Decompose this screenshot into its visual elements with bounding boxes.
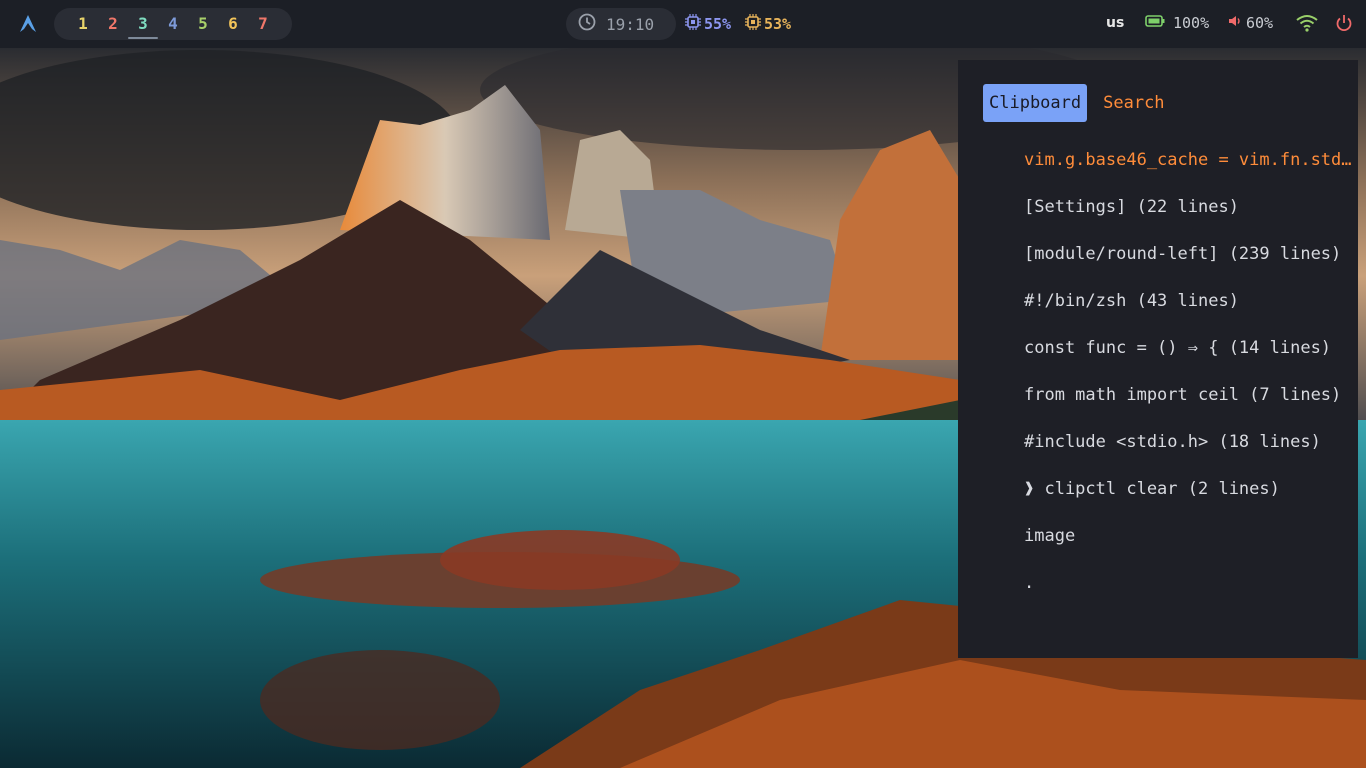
clipboard-item[interactable]: #!/bin/zsh (43 lines) bbox=[1024, 278, 1354, 325]
clipboard-tabs: Clipboard Search bbox=[983, 84, 1171, 122]
workspace-5[interactable]: 5 bbox=[188, 8, 218, 40]
wifi-icon[interactable] bbox=[1296, 14, 1318, 36]
tab-clipboard[interactable]: Clipboard bbox=[983, 84, 1088, 122]
power-icon[interactable] bbox=[1335, 14, 1353, 36]
tab-search[interactable]: Search bbox=[1097, 84, 1170, 122]
clipboard-item[interactable]: const func = () ⇒ { (14 lines) bbox=[1024, 325, 1354, 372]
clipboard-panel: Clipboard Search vim.g.base46_cache = vi… bbox=[958, 60, 1358, 658]
workspace-3[interactable]: 3 bbox=[128, 8, 158, 40]
keyboard-layout[interactable]: us bbox=[1106, 15, 1124, 31]
clipboard-item[interactable]: [Settings] (22 lines) bbox=[1024, 184, 1354, 231]
clipboard-item[interactable]: ❱ clipctl clear (2 lines) bbox=[1024, 466, 1354, 513]
battery-value: 100% bbox=[1173, 14, 1210, 32]
workspace-1[interactable]: 1 bbox=[68, 8, 98, 40]
workspace-switcher: 1234567 bbox=[54, 8, 292, 40]
clipboard-item[interactable]: [module/round-left] (239 lines) bbox=[1024, 231, 1354, 278]
clock-time: 19:10 bbox=[606, 14, 655, 34]
workspace-4[interactable]: 4 bbox=[158, 8, 188, 40]
volume-value: 60% bbox=[1246, 14, 1274, 32]
clock-icon bbox=[578, 13, 596, 35]
clock[interactable]: 19:10 bbox=[566, 8, 676, 40]
memory-icon bbox=[744, 13, 762, 35]
cpu-usage[interactable]: 55% bbox=[684, 13, 731, 35]
memory-value: 53% bbox=[764, 15, 792, 33]
volume-control[interactable]: 60% bbox=[1228, 14, 1273, 32]
clipboard-item[interactable]: vim.g.base46_cache = vim.fn.stdpath "dat… bbox=[1024, 137, 1354, 184]
clipboard-item[interactable]: #include <stdio.h> (18 lines) bbox=[1024, 419, 1354, 466]
clipboard-item[interactable]: from math import ceil (7 lines) bbox=[1024, 372, 1354, 419]
workspace-7[interactable]: 7 bbox=[248, 8, 278, 40]
battery-icon bbox=[1145, 14, 1165, 32]
cpu-value: 55% bbox=[704, 15, 732, 33]
arch-logo-icon[interactable] bbox=[18, 14, 38, 34]
memory-usage[interactable]: 53% bbox=[744, 13, 791, 35]
workspace-6[interactable]: 6 bbox=[218, 8, 248, 40]
clipboard-item[interactable]: image bbox=[1024, 513, 1354, 560]
workspace-2[interactable]: 2 bbox=[98, 8, 128, 40]
top-status-bar: 1234567 19:10 55% 53% us 100% 60% bbox=[0, 0, 1366, 48]
clipboard-history-list: vim.g.base46_cache = vim.fn.stdpath "dat… bbox=[1024, 137, 1354, 607]
clipboard-item[interactable]: . bbox=[1024, 560, 1354, 607]
volume-icon bbox=[1228, 14, 1242, 32]
battery-status[interactable]: 100% bbox=[1145, 14, 1209, 32]
cpu-icon bbox=[684, 13, 702, 35]
